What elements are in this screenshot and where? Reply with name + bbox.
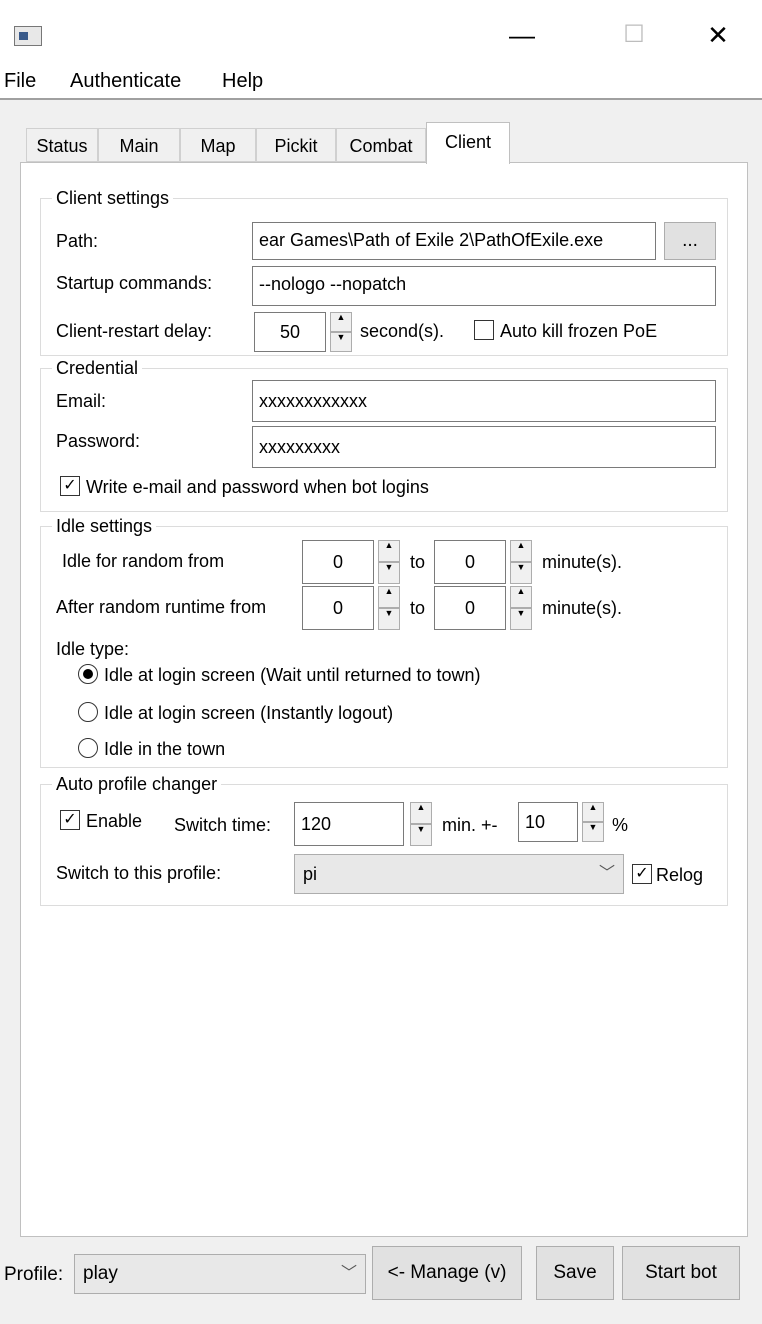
spin-up-icon[interactable]: ▲ bbox=[378, 586, 400, 608]
maximize-button: ☐ bbox=[623, 21, 645, 48]
switch-time-label: Switch time: bbox=[174, 815, 272, 835]
switch-time-stepper[interactable]: ▲ ▼ bbox=[410, 802, 432, 846]
client-settings-title: Client settings bbox=[52, 188, 174, 208]
tab-status[interactable]: Status bbox=[26, 128, 98, 162]
spin-down-icon[interactable]: ▼ bbox=[582, 822, 604, 842]
write-credentials-label: Write e-mail and password when bot login… bbox=[86, 477, 429, 497]
credential-title: Credential bbox=[52, 358, 143, 378]
profile-label: Profile: bbox=[4, 1264, 64, 1285]
browse-button[interactable]: ... bbox=[664, 222, 716, 260]
chevron-down-icon: ﹀ bbox=[340, 1265, 357, 1282]
app-icon bbox=[14, 26, 42, 46]
spin-up-icon[interactable]: ▲ bbox=[582, 802, 604, 822]
idle-random-from-stepper[interactable]: ▲ ▼ bbox=[378, 540, 400, 584]
idle-random-label: Idle for random from bbox=[62, 551, 225, 571]
spin-down-icon[interactable]: ▼ bbox=[410, 824, 432, 846]
profile-value: play bbox=[83, 1263, 118, 1284]
password-input[interactable]: xxxxxxxxx bbox=[252, 426, 716, 468]
spin-down-icon[interactable]: ▼ bbox=[378, 608, 400, 630]
switch-profile-value: pi bbox=[303, 864, 318, 884]
menu-help[interactable]: Help bbox=[222, 66, 263, 96]
runtime-to-stepper[interactable]: ▲ ▼ bbox=[510, 586, 532, 630]
percent-label: % bbox=[612, 815, 629, 835]
idle-random-from-input[interactable]: 0 bbox=[302, 540, 374, 584]
startup-commands-input[interactable]: --nologo --nopatch bbox=[252, 266, 716, 306]
restart-delay-unit: second(s). bbox=[360, 321, 445, 341]
percent-stepper[interactable]: ▲ ▼ bbox=[582, 802, 604, 842]
enable-checkbox[interactable]: ✓ bbox=[60, 810, 80, 830]
password-label: Password: bbox=[56, 431, 141, 451]
idle-type-radio-town[interactable] bbox=[78, 738, 98, 758]
auto-profile-title: Auto profile changer bbox=[52, 774, 222, 794]
idle-random-to-input[interactable]: 0 bbox=[434, 540, 506, 584]
switch-time-input[interactable]: 120 bbox=[294, 802, 404, 846]
restart-delay-input[interactable]: 50 bbox=[254, 312, 326, 352]
idle-settings-title: Idle settings bbox=[52, 516, 157, 536]
runtime-from-input[interactable]: 0 bbox=[302, 586, 374, 630]
idle-random-to-stepper[interactable]: ▲ ▼ bbox=[510, 540, 532, 584]
percent-input[interactable]: 10 bbox=[518, 802, 578, 842]
to-label: to bbox=[410, 552, 426, 572]
tab-map[interactable]: Map bbox=[180, 128, 256, 162]
path-label: Path: bbox=[56, 231, 99, 251]
spin-down-icon[interactable]: ▼ bbox=[330, 332, 352, 352]
tab-client[interactable]: Client bbox=[426, 122, 510, 164]
switch-profile-dropdown[interactable]: pi ﹀ bbox=[294, 854, 624, 894]
minutes-label: minute(s). bbox=[542, 552, 623, 572]
relog-checkbox[interactable]: ✓ bbox=[632, 864, 652, 884]
spin-down-icon[interactable]: ▼ bbox=[510, 608, 532, 630]
manage-button[interactable]: <- Manage (v) bbox=[372, 1246, 522, 1300]
spin-down-icon[interactable]: ▼ bbox=[378, 562, 400, 584]
idle-type-option-logout: Idle at login screen (Instantly logout) bbox=[104, 703, 394, 723]
menu-authenticate[interactable]: Authenticate bbox=[70, 66, 181, 96]
relog-label: Relog bbox=[656, 865, 704, 885]
runtime-to-input[interactable]: 0 bbox=[434, 586, 506, 630]
close-button[interactable]: ✕ bbox=[688, 14, 748, 56]
email-label: Email: bbox=[56, 391, 107, 411]
enable-label: Enable bbox=[86, 811, 143, 831]
spin-up-icon[interactable]: ▲ bbox=[330, 312, 352, 332]
spin-up-icon[interactable]: ▲ bbox=[410, 802, 432, 824]
menu-file[interactable]: File bbox=[4, 66, 36, 96]
start-bot-button[interactable]: Start bot bbox=[622, 1246, 740, 1300]
autokill-checkbox[interactable] bbox=[474, 320, 494, 340]
minimize-button[interactable]: — bbox=[492, 14, 552, 56]
runtime-random-label: After random runtime from bbox=[56, 597, 267, 617]
tab-combat[interactable]: Combat bbox=[336, 128, 426, 162]
tab-main[interactable]: Main bbox=[98, 128, 180, 162]
spin-up-icon[interactable]: ▲ bbox=[510, 540, 532, 562]
chevron-down-icon: ﹀ bbox=[598, 865, 615, 882]
idle-type-radio-wait[interactable] bbox=[78, 664, 98, 684]
profile-dropdown[interactable]: play ﹀ bbox=[74, 1254, 366, 1294]
save-button[interactable]: Save bbox=[536, 1246, 614, 1300]
minutes-label: minute(s). bbox=[542, 598, 623, 618]
min-label: min. +- bbox=[442, 815, 498, 835]
idle-type-option-wait: Idle at login screen (Wait until returne… bbox=[104, 665, 481, 685]
spin-down-icon[interactable]: ▼ bbox=[510, 562, 532, 584]
email-input[interactable]: xxxxxxxxxxxx bbox=[252, 380, 716, 422]
idle-type-label: Idle type: bbox=[56, 639, 130, 659]
idle-type-radio-logout[interactable] bbox=[78, 702, 98, 722]
spin-up-icon[interactable]: ▲ bbox=[378, 540, 400, 562]
spin-up-icon[interactable]: ▲ bbox=[510, 586, 532, 608]
restart-delay-stepper[interactable]: ▲ ▼ bbox=[330, 312, 352, 352]
autokill-label: Auto kill frozen PoE bbox=[500, 321, 658, 341]
runtime-from-stepper[interactable]: ▲ ▼ bbox=[378, 586, 400, 630]
switch-profile-label: Switch to this profile: bbox=[56, 863, 222, 883]
idle-type-option-town: Idle in the town bbox=[104, 739, 226, 759]
to-label: to bbox=[410, 598, 426, 618]
restart-delay-label: Client-restart delay: bbox=[56, 321, 213, 341]
startup-commands-label: Startup commands: bbox=[56, 273, 213, 293]
path-input[interactable]: ear Games\Path of Exile 2\PathOfExile.ex… bbox=[252, 222, 656, 260]
tab-pickit[interactable]: Pickit bbox=[256, 128, 336, 162]
write-credentials-checkbox[interactable]: ✓ bbox=[60, 476, 80, 496]
